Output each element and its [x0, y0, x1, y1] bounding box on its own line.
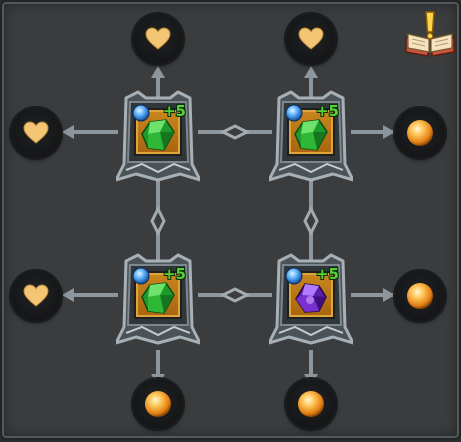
heart-node-top-1[interactable]: [133, 14, 183, 64]
gem-socket: +5: [132, 265, 186, 319]
green-emerald-gem-icon: [141, 282, 175, 314]
gem-level-label: +5: [162, 102, 186, 120]
orb-icon: [407, 120, 433, 146]
orb-icon: [298, 391, 324, 417]
orb-node-bottom-2[interactable]: [286, 379, 336, 429]
orb-icon: [407, 283, 433, 309]
quest-book-button[interactable]: [402, 8, 458, 60]
orb-node-bottom-1[interactable]: [133, 379, 183, 429]
green-emerald-gem-icon: [141, 119, 175, 151]
gem-slot-r2-c2[interactable]: +5: [269, 247, 353, 347]
heart-node-left-1[interactable]: [11, 108, 61, 158]
blue-socket-orb-icon: [285, 267, 303, 285]
gem-slot-r1-c2[interactable]: +5: [269, 84, 353, 184]
orb-node-right-1[interactable]: [395, 108, 445, 158]
heart-icon: [298, 27, 324, 50]
blue-socket-orb-icon: [285, 104, 303, 122]
orb-icon: [145, 391, 171, 417]
connector-lines: [62, 66, 396, 386]
gem-level-label: +5: [315, 265, 339, 283]
gem-board: +5 +5 +5 +5: [0, 0, 461, 440]
gem-level-label: +5: [162, 265, 186, 283]
orb-node-right-2[interactable]: [395, 271, 445, 321]
heart-icon: [23, 121, 49, 144]
blue-socket-orb-icon: [132, 104, 150, 122]
gem-socket: +5: [132, 102, 186, 156]
gem-level-label: +5: [315, 102, 339, 120]
heart-node-left-2[interactable]: [11, 271, 61, 321]
gem-slot-r1-c1[interactable]: +5: [116, 84, 200, 184]
quest-book-icon: [405, 11, 455, 57]
heart-icon: [23, 284, 49, 307]
gem-slot-r2-c1[interactable]: +5: [116, 247, 200, 347]
heart-icon: [145, 27, 171, 50]
gem-socket: +5: [285, 102, 339, 156]
gem-socket: +5: [285, 265, 339, 319]
heart-node-top-2[interactable]: [286, 14, 336, 64]
blue-socket-orb-icon: [132, 267, 150, 285]
purple-amethyst-gem-icon: [295, 283, 327, 313]
green-emerald-gem-icon: [294, 119, 328, 151]
